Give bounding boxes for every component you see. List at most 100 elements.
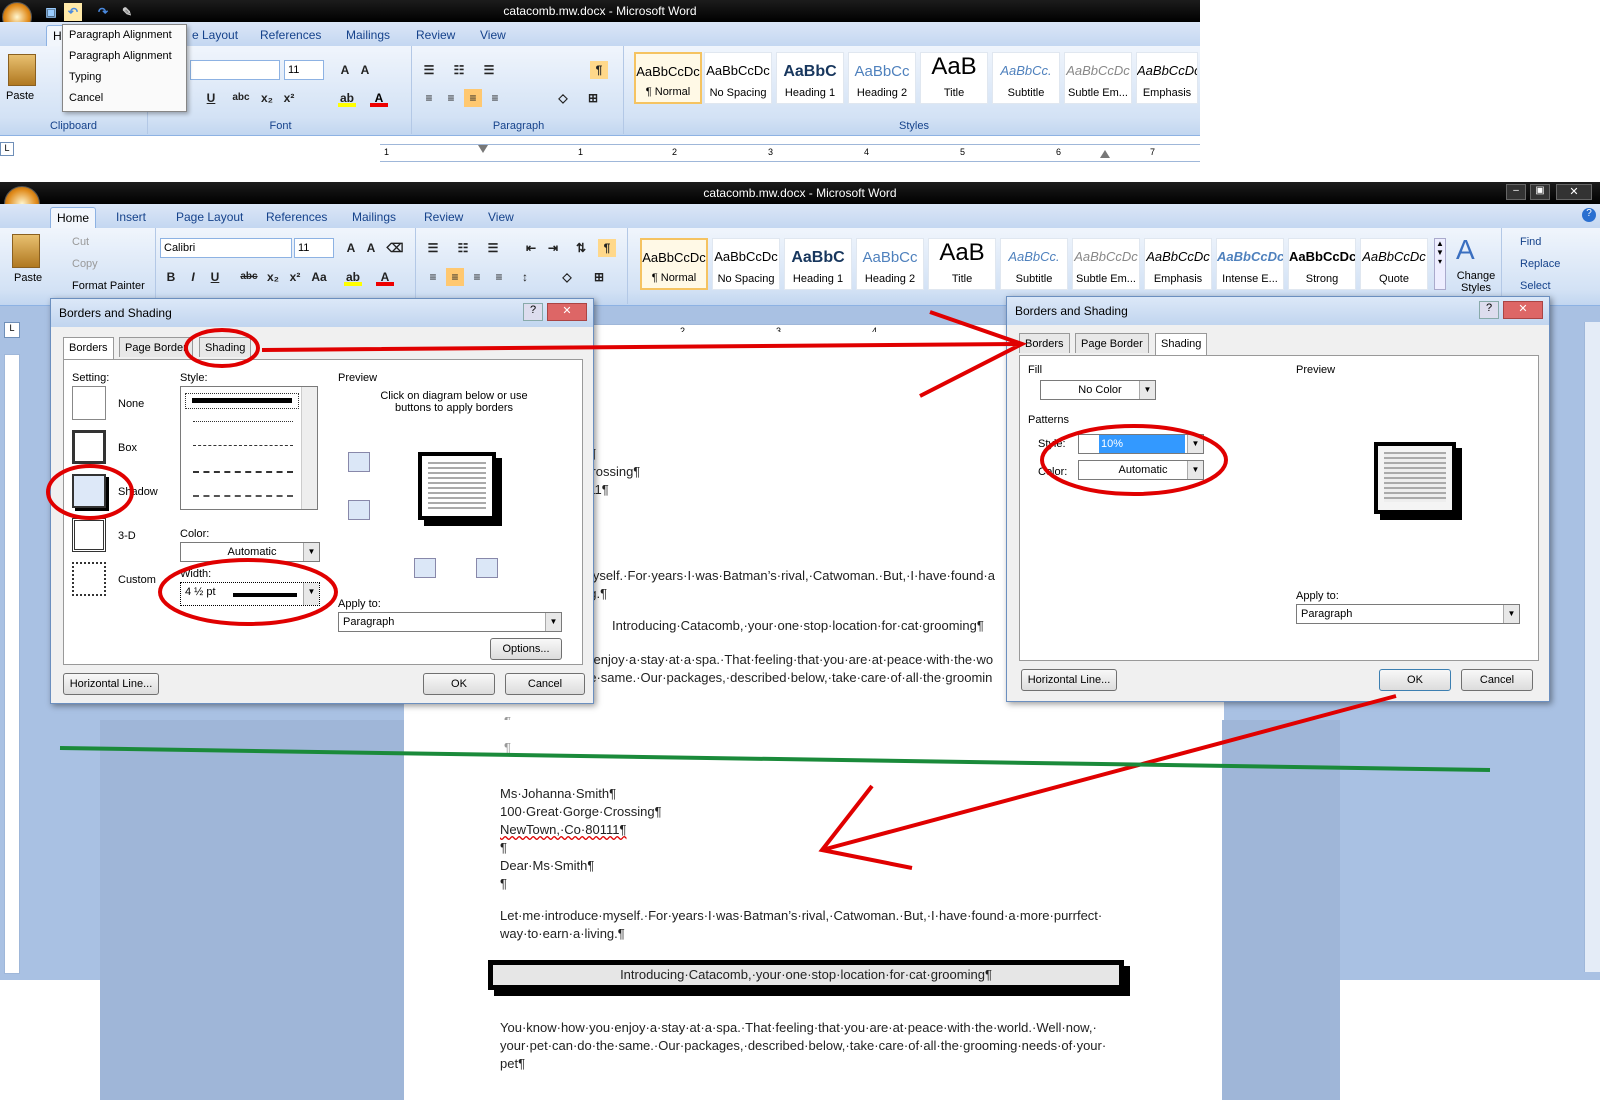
format-painter-button[interactable]: Format Painter <box>72 280 145 292</box>
top-numbering-icon[interactable]: ☷ <box>450 61 468 79</box>
top-shading-icon[interactable]: ◇ <box>554 89 572 107</box>
grow-font-icon[interactable]: A <box>342 239 360 257</box>
top-style-heading-1[interactable]: AaBbC Heading 1 <box>776 52 844 104</box>
underline-icon[interactable]: U <box>206 268 224 286</box>
main-ruler-tab-selector[interactable]: L <box>4 322 20 338</box>
top-align-left-icon[interactable]: ≡ <box>420 89 438 107</box>
dialog-close-icon[interactable]: ✕ <box>1503 301 1543 319</box>
undo-menu-item[interactable]: Typing <box>63 67 186 88</box>
style-heading-2[interactable]: AaBbCc Heading 2 <box>856 238 924 290</box>
numbering-icon[interactable]: ☷ <box>454 239 472 257</box>
dialog-close-icon[interactable]: ✕ <box>547 303 587 321</box>
apply-to-select[interactable]: Paragraph ▼ <box>338 612 562 632</box>
save-icon[interactable]: ▣ <box>42 3 60 21</box>
restore-icon[interactable]: ▣ <box>1530 184 1550 200</box>
subscript-icon[interactable]: x₂ <box>264 268 282 286</box>
close-icon[interactable]: ✕ <box>1556 184 1592 200</box>
line-style-scrollbar[interactable] <box>301 387 317 509</box>
undo-menu-item[interactable]: Paragraph Alignment <box>63 46 186 67</box>
top-style-subtitle[interactable]: AaBbCc. Subtitle <box>992 52 1060 104</box>
top-tab-mailings[interactable]: Mailings <box>340 25 396 46</box>
italic-icon[interactable]: I <box>184 268 202 286</box>
horizontal-line-button[interactable]: Horizontal Line... <box>1021 669 1117 691</box>
setting-shadow-icon[interactable] <box>72 474 106 508</box>
cut-button[interactable]: Cut <box>72 236 89 248</box>
change-styles-icon[interactable]: A <box>1456 234 1475 266</box>
setting-custom-label[interactable]: Custom <box>118 574 156 586</box>
styles-scroll-icon[interactable]: ▲ ▼ ▾ <box>1434 238 1446 290</box>
change-case-icon[interactable]: Aa <box>310 268 328 286</box>
tab-page-border[interactable]: Page Border <box>119 337 193 357</box>
tab-shading[interactable]: Shading <box>199 337 252 357</box>
top-style-subtle-emphasis[interactable]: AaBbCcDc Subtle Em... <box>1064 52 1132 104</box>
align-center-icon[interactable]: ≡ <box>446 268 464 286</box>
superscript-icon[interactable]: x² <box>286 268 304 286</box>
top-tab-review[interactable]: Review <box>410 25 461 46</box>
top-font-size-field[interactable]: 11 <box>284 60 324 80</box>
top-underline-icon[interactable]: U <box>202 89 220 107</box>
tab-view[interactable]: View <box>482 207 520 228</box>
line-style-dotted[interactable] <box>193 421 293 422</box>
tab-home[interactable]: Home <box>50 207 96 228</box>
top-style-normal[interactable]: AaBbCcDc ¶ Normal <box>634 52 702 104</box>
help-icon[interactable]: ? <box>1582 208 1596 222</box>
left-border-button[interactable] <box>414 558 436 578</box>
top-align-right-icon[interactable]: ≡ <box>464 89 482 107</box>
format-painter-icon[interactable]: ✎ <box>118 3 136 21</box>
setting-shadow-label[interactable]: Shadow <box>118 486 158 498</box>
bullets-icon[interactable]: ☰ <box>424 239 442 257</box>
grow-font-icon[interactable]: A <box>336 61 354 79</box>
font-name-field[interactable]: Calibri <box>160 238 292 258</box>
show-marks-icon[interactable]: ¶ <box>598 239 616 257</box>
line-style-dash-dot[interactable] <box>193 495 293 497</box>
horizontal-line-button[interactable]: Horizontal Line... <box>63 673 159 695</box>
top-border-button[interactable] <box>348 452 370 472</box>
style-title[interactable]: AaB Title <box>928 238 996 290</box>
tab-insert[interactable]: Insert <box>110 207 152 228</box>
ok-button[interactable]: OK <box>423 673 495 695</box>
setting-3d-icon[interactable] <box>72 518 106 552</box>
shrink-font-icon[interactable]: A <box>362 239 380 257</box>
select-button[interactable]: Select <box>1520 280 1551 292</box>
top-borders-icon[interactable]: ⊞ <box>584 89 602 107</box>
paste-icon[interactable] <box>12 234 40 268</box>
style-emphasis[interactable]: AaBbCcDc Emphasis <box>1144 238 1212 290</box>
dialog-help-icon[interactable]: ? <box>523 303 543 321</box>
pattern-color-select[interactable]: Automatic ▼ <box>1078 460 1204 480</box>
setting-none-icon[interactable] <box>72 386 106 420</box>
border-preview-box[interactable] <box>418 452 496 520</box>
tab-references[interactable]: References <box>260 207 333 228</box>
setting-none-label[interactable]: None <box>118 398 144 410</box>
top-tab-view[interactable]: View <box>474 25 512 46</box>
undo-menu-cancel[interactable]: Cancel <box>63 88 186 109</box>
setting-box-label[interactable]: Box <box>118 442 137 454</box>
top-strike-icon[interactable]: abc <box>232 89 250 107</box>
top-style-no-spacing[interactable]: AaBbCcDc No Spacing <box>704 52 772 104</box>
style-strong[interactable]: AaBbCcDc Strong <box>1288 238 1356 290</box>
highlight-icon[interactable]: ab <box>344 268 362 286</box>
tab-borders[interactable]: Borders <box>1019 333 1070 353</box>
fill-select[interactable]: No Color ▼ <box>1040 380 1156 400</box>
sort-icon[interactable]: ⇅ <box>572 239 590 257</box>
justify-icon[interactable]: ≡ <box>490 268 508 286</box>
setting-3d-label[interactable]: 3-D <box>118 530 136 542</box>
top-paste-label[interactable]: Paste <box>6 90 34 102</box>
line-style-solid-thick[interactable] <box>185 393 299 409</box>
align-right-icon[interactable]: ≡ <box>468 268 486 286</box>
font-size-field[interactable]: 11 <box>294 238 334 258</box>
copy-button[interactable]: Copy <box>72 258 98 270</box>
bottom-border-button[interactable] <box>348 500 370 520</box>
style-normal[interactable]: AaBbCcDc ¶ Normal <box>640 238 708 290</box>
dialog-help-icon[interactable]: ? <box>1479 301 1499 319</box>
top-ruler-hanging-indent[interactable] <box>478 145 488 153</box>
tab-shading[interactable]: Shading <box>1155 333 1208 355</box>
top-style-emphasis[interactable]: AaBbCcDc Emphasis <box>1136 52 1198 104</box>
find-button[interactable]: Find <box>1520 236 1541 248</box>
line-style-dashed[interactable] <box>193 471 293 473</box>
top-highlight-icon[interactable]: ab <box>338 89 356 107</box>
right-border-button[interactable] <box>476 558 498 578</box>
tab-page-layout[interactable]: Page Layout <box>170 207 249 228</box>
clear-format-icon[interactable]: ⌫ <box>386 239 404 257</box>
top-align-center-icon[interactable]: ≡ <box>442 89 460 107</box>
ok-button[interactable]: OK <box>1379 669 1451 691</box>
